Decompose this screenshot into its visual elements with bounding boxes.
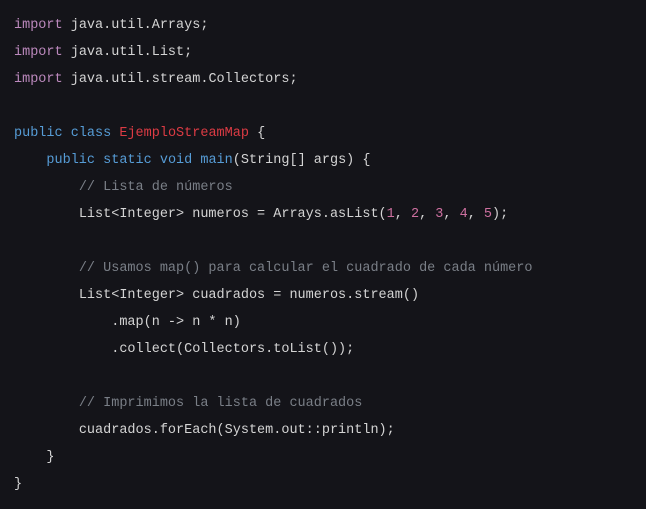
token: (String[] args) { bbox=[233, 153, 371, 168]
token bbox=[63, 45, 71, 60]
token: , bbox=[443, 207, 459, 222]
token: public bbox=[14, 126, 63, 141]
token: ; bbox=[289, 72, 297, 87]
token: import bbox=[14, 72, 63, 87]
token: , bbox=[395, 207, 411, 222]
token: 2 bbox=[411, 207, 419, 222]
token: class bbox=[71, 126, 112, 141]
token: .map(n -> n * n) bbox=[111, 315, 241, 330]
code-line: // Lista de números bbox=[14, 174, 632, 201]
token: // Imprimimos la lista de cuadrados bbox=[79, 396, 363, 411]
code-line: import java.util.List; bbox=[14, 39, 632, 66]
code-line: public class EjemploStreamMap { bbox=[14, 120, 632, 147]
code-line: cuadrados.forEach(System.out::println); bbox=[14, 417, 632, 444]
code-line: // Imprimimos la lista de cuadrados bbox=[14, 390, 632, 417]
token: EjemploStreamMap bbox=[119, 126, 249, 141]
token: .collect(Collectors.toList()); bbox=[111, 342, 354, 357]
token: static bbox=[103, 153, 152, 168]
code-block: import java.util.Arrays;import java.util… bbox=[14, 12, 632, 498]
token: , bbox=[419, 207, 435, 222]
token: import bbox=[14, 18, 63, 33]
token: } bbox=[14, 477, 22, 492]
code-line: .map(n -> n * n) bbox=[14, 309, 632, 336]
token: import bbox=[14, 45, 63, 60]
token: ; bbox=[184, 45, 192, 60]
token bbox=[63, 18, 71, 33]
code-line bbox=[14, 228, 632, 255]
code-line bbox=[14, 363, 632, 390]
token bbox=[152, 153, 160, 168]
code-line: import java.util.stream.Collectors; bbox=[14, 66, 632, 93]
token: public bbox=[46, 153, 95, 168]
code-line: .collect(Collectors.toList()); bbox=[14, 336, 632, 363]
code-line: // Usamos map() para calcular el cuadrad… bbox=[14, 255, 632, 282]
token: java.util.stream.Collectors bbox=[71, 72, 290, 87]
token: List<Integer> numeros = Arrays.asList( bbox=[79, 207, 387, 222]
token: java.util.Arrays bbox=[71, 18, 201, 33]
token: ); bbox=[492, 207, 508, 222]
token: , bbox=[468, 207, 484, 222]
code-line: } bbox=[14, 444, 632, 471]
token: java.util.List bbox=[71, 45, 184, 60]
code-line: public static void main(String[] args) { bbox=[14, 147, 632, 174]
token: // Usamos map() para calcular el cuadrad… bbox=[79, 261, 533, 276]
token: 1 bbox=[387, 207, 395, 222]
token bbox=[95, 153, 103, 168]
token: void bbox=[160, 153, 192, 168]
token: 4 bbox=[460, 207, 468, 222]
code-line: List<Integer> cuadrados = numeros.stream… bbox=[14, 282, 632, 309]
code-line: List<Integer> numeros = Arrays.asList(1,… bbox=[14, 201, 632, 228]
token: main bbox=[200, 153, 232, 168]
token: cuadrados.forEach(System.out::println); bbox=[79, 423, 395, 438]
code-line: import java.util.Arrays; bbox=[14, 12, 632, 39]
token bbox=[63, 126, 71, 141]
code-line: } bbox=[14, 471, 632, 498]
token: List<Integer> cuadrados = numeros.stream… bbox=[79, 288, 419, 303]
token: ; bbox=[200, 18, 208, 33]
token: { bbox=[249, 126, 265, 141]
token: } bbox=[46, 450, 54, 465]
token: // Lista de números bbox=[79, 180, 233, 195]
code-line bbox=[14, 93, 632, 120]
token: 5 bbox=[484, 207, 492, 222]
token bbox=[63, 72, 71, 87]
